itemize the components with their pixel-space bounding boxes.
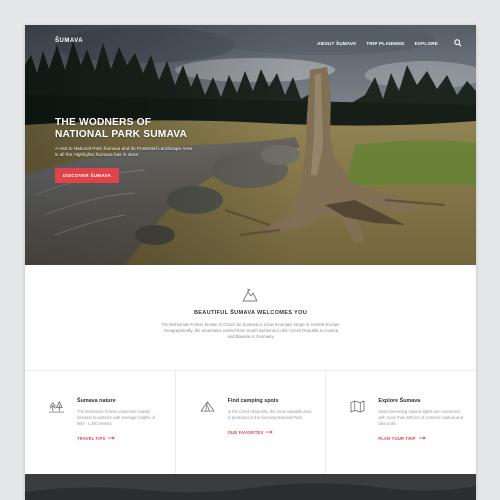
discover-sumava-button[interactable]: DISCOVER ŠUMAVA xyxy=(55,167,120,183)
feature-body: Šumava nature The Bohemian Forest compri… xyxy=(77,398,162,445)
top-navigation: ŠUMAVA ABOUT ŠUMAVA TRIP PLANNING EXPLOR… xyxy=(25,25,476,61)
feature-text: The Bohemian Forest comprises heavily fo… xyxy=(77,409,156,426)
landing-page: ŠUMAVA ABOUT ŠUMAVA TRIP PLANNING EXPLOR… xyxy=(25,25,476,500)
welcome-section: BEAUTIFUL ŠUMAVA WELCOMES YOU The Bohemi… xyxy=(25,265,476,370)
feature-card-explore: Explore Šumava Most interesting natural … xyxy=(326,371,476,474)
hero-title: THE WODNERS OF NATIONAL PARK SUMAVA xyxy=(55,117,245,141)
features-row: Šumava nature The Bohemian Forest compri… xyxy=(25,370,476,474)
tree-icon xyxy=(49,400,64,413)
feature-title: Šumava nature xyxy=(77,398,116,404)
nav-link-trip-planning[interactable]: TRIP PLANNING xyxy=(366,41,404,46)
hiking-icon xyxy=(242,288,258,302)
nav-link-explore[interactable]: EXPLORE xyxy=(415,41,438,46)
feature-text: Most interesting natural sights are conn… xyxy=(378,409,463,426)
feature-text: In the Czech Republic, the most valuable… xyxy=(227,409,312,420)
plan-your-trip-link[interactable]: PLAN YOUR TRIP xyxy=(378,435,426,441)
feature-card-nature: Šumava nature The Bohemian Forest compri… xyxy=(25,371,176,474)
arrow-right-icon xyxy=(108,436,116,440)
feature-link-label: OUR FAVORITES xyxy=(227,429,264,435)
feature-link-label: TRAVEL TIPS xyxy=(77,435,106,441)
travel-tips-link[interactable]: TRAVEL TIPS xyxy=(77,435,116,441)
welcome-text: The Bohemian Forest, known in Czech as Š… xyxy=(161,322,341,340)
arrow-right-icon xyxy=(266,430,274,434)
nav-link-about[interactable]: ABOUT ŠUMAVA xyxy=(317,41,356,46)
hero-title-line-2: NATIONAL PARK SUMAVA xyxy=(55,129,188,140)
map-icon xyxy=(350,400,365,413)
feature-body: Explore Šumava Most interesting natural … xyxy=(378,398,463,445)
nav-links: ABOUT ŠUMAVA TRIP PLANNING EXPLORE xyxy=(317,41,438,46)
hero-content: THE WODNERS OF NATIONAL PARK SUMAVA A vi… xyxy=(55,117,245,183)
hero-section: ŠUMAVA ABOUT ŠUMAVA TRIP PLANNING EXPLOR… xyxy=(25,25,476,265)
site-logo[interactable]: ŠUMAVA xyxy=(55,38,83,44)
arrow-right-icon xyxy=(418,436,426,440)
feature-title: Find camping spots xyxy=(227,398,279,404)
our-favorites-link[interactable]: OUR FAVORITES xyxy=(228,430,274,435)
search-icon[interactable] xyxy=(454,39,462,47)
feature-link-label: PLAN YOUR TRIP xyxy=(378,435,416,441)
hero-title-line-1: THE WODNERS OF xyxy=(55,117,152,128)
feature-title: Explore Šumava xyxy=(378,398,421,404)
hero-subtitle: A visit to National Park Šumava and its … xyxy=(55,146,193,158)
tent-icon xyxy=(200,401,215,412)
next-section-photo-strip xyxy=(25,474,476,500)
feature-body: Find camping spots In the Czech Republic… xyxy=(228,398,313,439)
feature-card-camping: Find camping spots In the Czech Republic… xyxy=(176,371,327,474)
welcome-title: BEAUTIFUL ŠUMAVA WELCOMES YOU xyxy=(193,310,308,316)
next-section-photo xyxy=(25,474,476,500)
